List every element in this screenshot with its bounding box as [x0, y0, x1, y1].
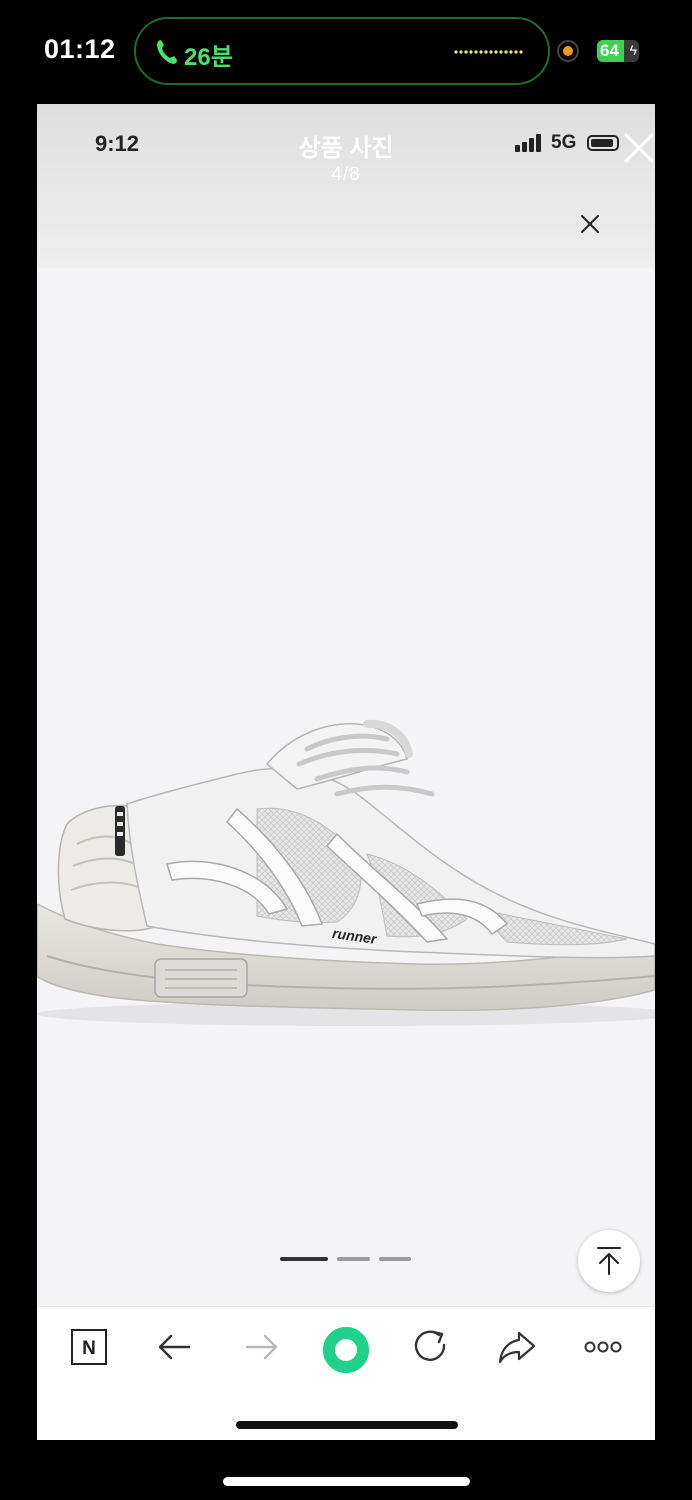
back-arrow-icon[interactable] [155, 1327, 195, 1367]
photo-counter: 4/8 [331, 164, 361, 185]
signal-bars-icon [515, 134, 541, 152]
call-duration: 26분 [184, 44, 233, 71]
naver-n-label: N [82, 1338, 96, 1359]
browser-toolbar: N [37, 1306, 655, 1440]
audio-wave-icon [454, 50, 523, 54]
arrow-up-to-top-icon [597, 1247, 621, 1275]
green-ring-home-icon[interactable] [321, 1325, 371, 1375]
battery-percent: 64 [600, 41, 619, 60]
scroll-to-top-button[interactable] [578, 1230, 640, 1292]
inner-battery-icon [587, 135, 619, 151]
active-call-pill[interactable]: 26분 [134, 17, 550, 85]
phone-status-time: 01:12 [44, 34, 116, 64]
more-options-icon[interactable] [583, 1327, 623, 1367]
charging-bolt-icon: ϟ [629, 42, 637, 58]
viewer-header: 9:12 상품 사진 4/8 5G [37, 104, 655, 268]
refresh-icon[interactable] [411, 1327, 451, 1367]
share-icon[interactable] [497, 1327, 537, 1367]
product-photo-viewer: 9:12 상품 사진 4/8 5G runner N [37, 104, 655, 1440]
phone-icon [157, 40, 177, 64]
network-type: 5G [551, 132, 577, 153]
phone-battery: 64 ϟ [597, 40, 639, 62]
forward-arrow-icon[interactable] [241, 1327, 281, 1367]
phone-home-indicator[interactable] [223, 1477, 470, 1486]
product-sneaker-image[interactable]: runner [37, 694, 655, 1034]
close-icon[interactable] [580, 214, 600, 234]
close-viewer-icon[interactable] [623, 132, 655, 164]
carousel-indicator[interactable] [337, 1257, 370, 1261]
naver-home-button[interactable]: N [69, 1327, 109, 1367]
recording-indicator-icon [557, 40, 579, 62]
carousel-indicator-active[interactable] [280, 1257, 328, 1261]
inner-home-indicator[interactable] [236, 1421, 458, 1429]
carousel-indicator[interactable] [379, 1257, 411, 1261]
